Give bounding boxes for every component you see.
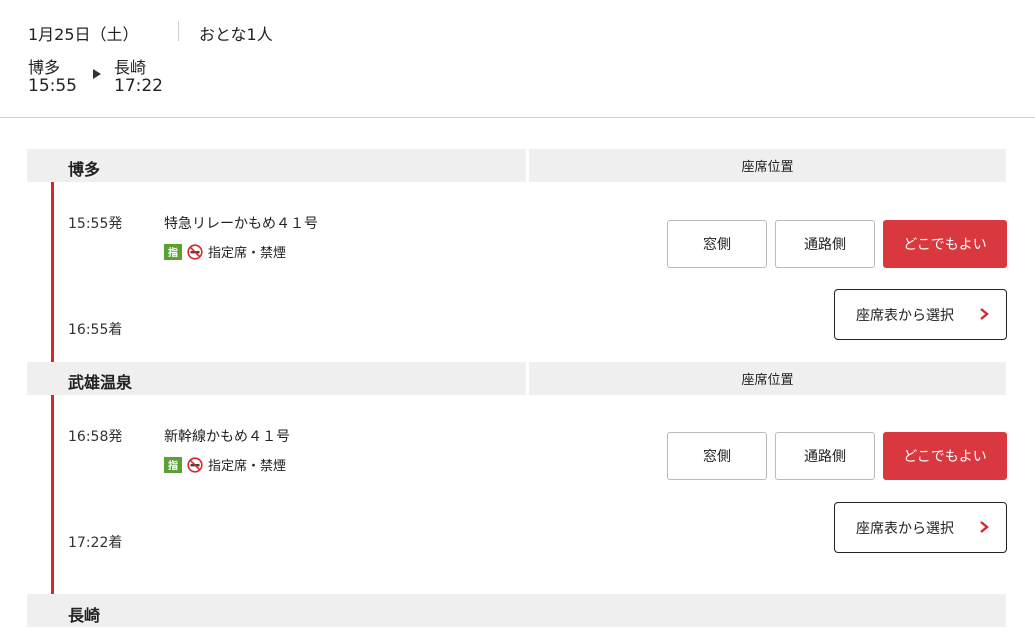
trip-summary-header: 1月25日（土） おとな1人 博多 15:55 長崎 17:22 [0,0,1035,118]
station-name: 長崎 [68,606,101,625]
seat-aisle-button[interactable]: 通路側 [775,432,875,480]
seat-window-button[interactable]: 窓側 [667,220,767,268]
seat-info: 指 指定席・禁煙 [164,242,286,261]
seat-map-label: 座席表から選択 [856,520,954,537]
station-name: 武雄温泉 [68,373,133,392]
divider [178,21,179,41]
seat-map-button[interactable]: 座席表から選択 [834,289,1007,340]
no-smoking-icon [187,456,203,473]
seat-window-button[interactable]: 窓側 [667,432,767,480]
destination-station: 長崎 [114,58,147,77]
seat-info-text: 指定席・禁煙 [208,459,287,474]
no-smoking-icon [187,243,203,260]
reserved-seat-icon: 指 [164,456,182,473]
chevron-right-icon [980,521,989,533]
origin-time: 15:55 [28,76,77,96]
reserved-seat-icon: 指 [164,243,182,260]
passenger-count: おとな1人 [199,25,273,44]
seat-position-header: 座席位置 [529,362,1006,395]
origin-station: 博多 [28,58,61,77]
station-name: 博多 [68,160,101,179]
seat-position-label: 座席位置 [741,373,794,388]
seat-map-button[interactable]: 座席表から選択 [834,502,1007,553]
arrival-time: 17:22着 [68,535,123,551]
seat-info-text: 指定席・禁煙 [208,246,287,261]
train-name: 特急リレーかもめ４１号 [164,216,318,232]
train-name: 新幹線かもめ４１号 [164,429,290,445]
route-arrow-icon [93,69,101,79]
station-row [27,594,1006,627]
seat-info: 指 指定席・禁煙 [164,455,286,474]
seat-any-button[interactable]: どこでもよい [883,220,1007,268]
station-row [27,149,526,182]
travel-date: 1月25日（土） [28,25,139,44]
arrival-time: 16:55着 [68,322,123,338]
chevron-right-icon [980,308,989,320]
seat-map-label: 座席表から選択 [856,307,954,324]
seat-position-header: 座席位置 [529,149,1006,182]
seat-position-label: 座席位置 [741,160,794,175]
seat-aisle-button[interactable]: 通路側 [775,220,875,268]
seat-any-button[interactable]: どこでもよい [883,432,1007,480]
departure-time: 16:58発 [68,429,123,445]
destination-time: 17:22 [114,76,163,96]
departure-time: 15:55発 [68,216,123,232]
